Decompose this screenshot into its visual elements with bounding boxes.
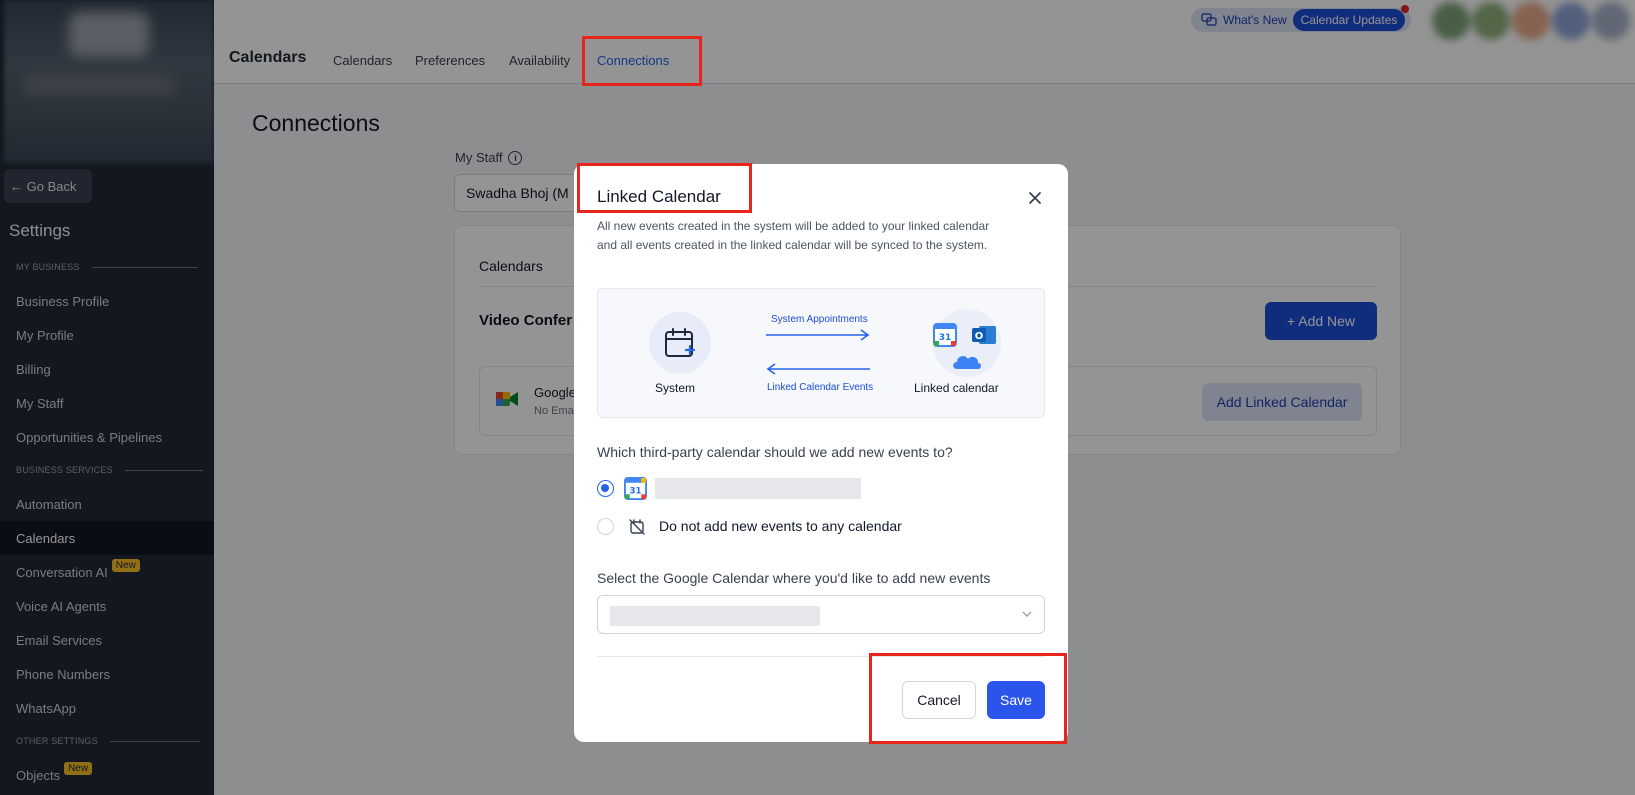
sync-illustration: System System Appointments Linked Calend… <box>597 288 1045 418</box>
sync-arrows-icon <box>766 329 870 375</box>
system-label: System <box>655 381 696 395</box>
cloud-icon <box>953 356 981 369</box>
redacted-select-value <box>610 606 820 626</box>
calendar-plus-icon <box>665 328 696 357</box>
chevron-down-icon <box>1022 611 1032 617</box>
redacted-calendar-name <box>655 478 861 499</box>
highlight-box-modal-title <box>577 163 752 213</box>
arrow-label-top: System Appointments <box>771 314 868 325</box>
svg-text:31: 31 <box>939 333 952 343</box>
calendar-off-icon <box>629 519 645 535</box>
google-calendar-select[interactable] <box>597 595 1045 634</box>
linked-calendar-icons: 31 O <box>933 309 1001 377</box>
outlook-icon: O <box>972 326 996 344</box>
close-icon[interactable] <box>1026 189 1044 207</box>
google-calendar-icon: 31 <box>933 323 957 347</box>
radio-google-calendar[interactable] <box>597 480 614 497</box>
no-calendar-option-label: Do not add new events to any calendar <box>659 518 902 534</box>
highlight-box-action-buttons <box>869 653 1067 744</box>
system-icon-circle <box>649 312 711 374</box>
modal-description: All new events created in the system wil… <box>597 219 990 252</box>
svg-text:O: O <box>975 331 984 342</box>
svg-text:31: 31 <box>630 486 642 496</box>
linked-calendar-label: Linked calendar <box>914 381 999 395</box>
arrow-label-bottom: Linked Calendar Events <box>767 382 874 393</box>
calendar-question: Which third-party calendar should we add… <box>597 444 953 460</box>
highlight-box-connections-tab <box>582 36 702 86</box>
radio-no-calendar[interactable] <box>597 518 614 535</box>
google-calendar-select-label: Select the Google Calendar where you'd l… <box>597 570 991 586</box>
google-calendar-icon: 31 <box>624 477 647 500</box>
